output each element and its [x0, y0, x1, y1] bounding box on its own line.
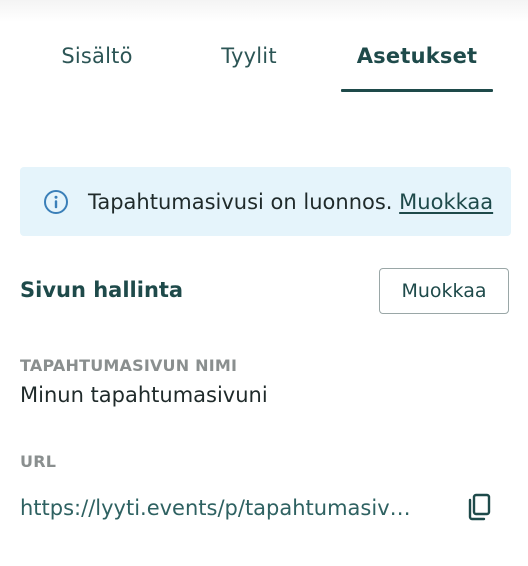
tab-styles[interactable]: Tyylit: [192, 44, 306, 78]
tab-content[interactable]: Sisältö: [40, 44, 154, 78]
notice-edit-link[interactable]: Muokkaa: [399, 190, 493, 214]
page-name-label: TAPAHTUMASIVUN NIMI: [20, 356, 238, 375]
url-link[interactable]: https://lyyti.events/p/tapahtumasivuni: [20, 496, 420, 520]
copy-icon: [466, 493, 492, 521]
notice-text-container: Tapahtumasivusi on luonnos. Muokkaa: [88, 190, 493, 214]
info-icon: [43, 189, 69, 215]
url-label: URL: [20, 452, 57, 471]
edit-button[interactable]: Muokkaa: [379, 268, 509, 314]
tab-settings[interactable]: Asetukset: [341, 44, 493, 78]
settings-tabs: Sisältö Tyylit Asetukset: [0, 0, 528, 92]
section-title: Sivun hallinta: [20, 278, 184, 302]
notice-message: Tapahtumasivusi on luonnos.: [88, 189, 393, 214]
page-name-value: Minun tapahtumasivuni: [20, 383, 268, 407]
copy-url-button[interactable]: [464, 492, 494, 522]
active-tab-indicator: [341, 89, 493, 92]
draft-notice: Tapahtumasivusi on luonnos. Muokkaa: [20, 167, 511, 236]
